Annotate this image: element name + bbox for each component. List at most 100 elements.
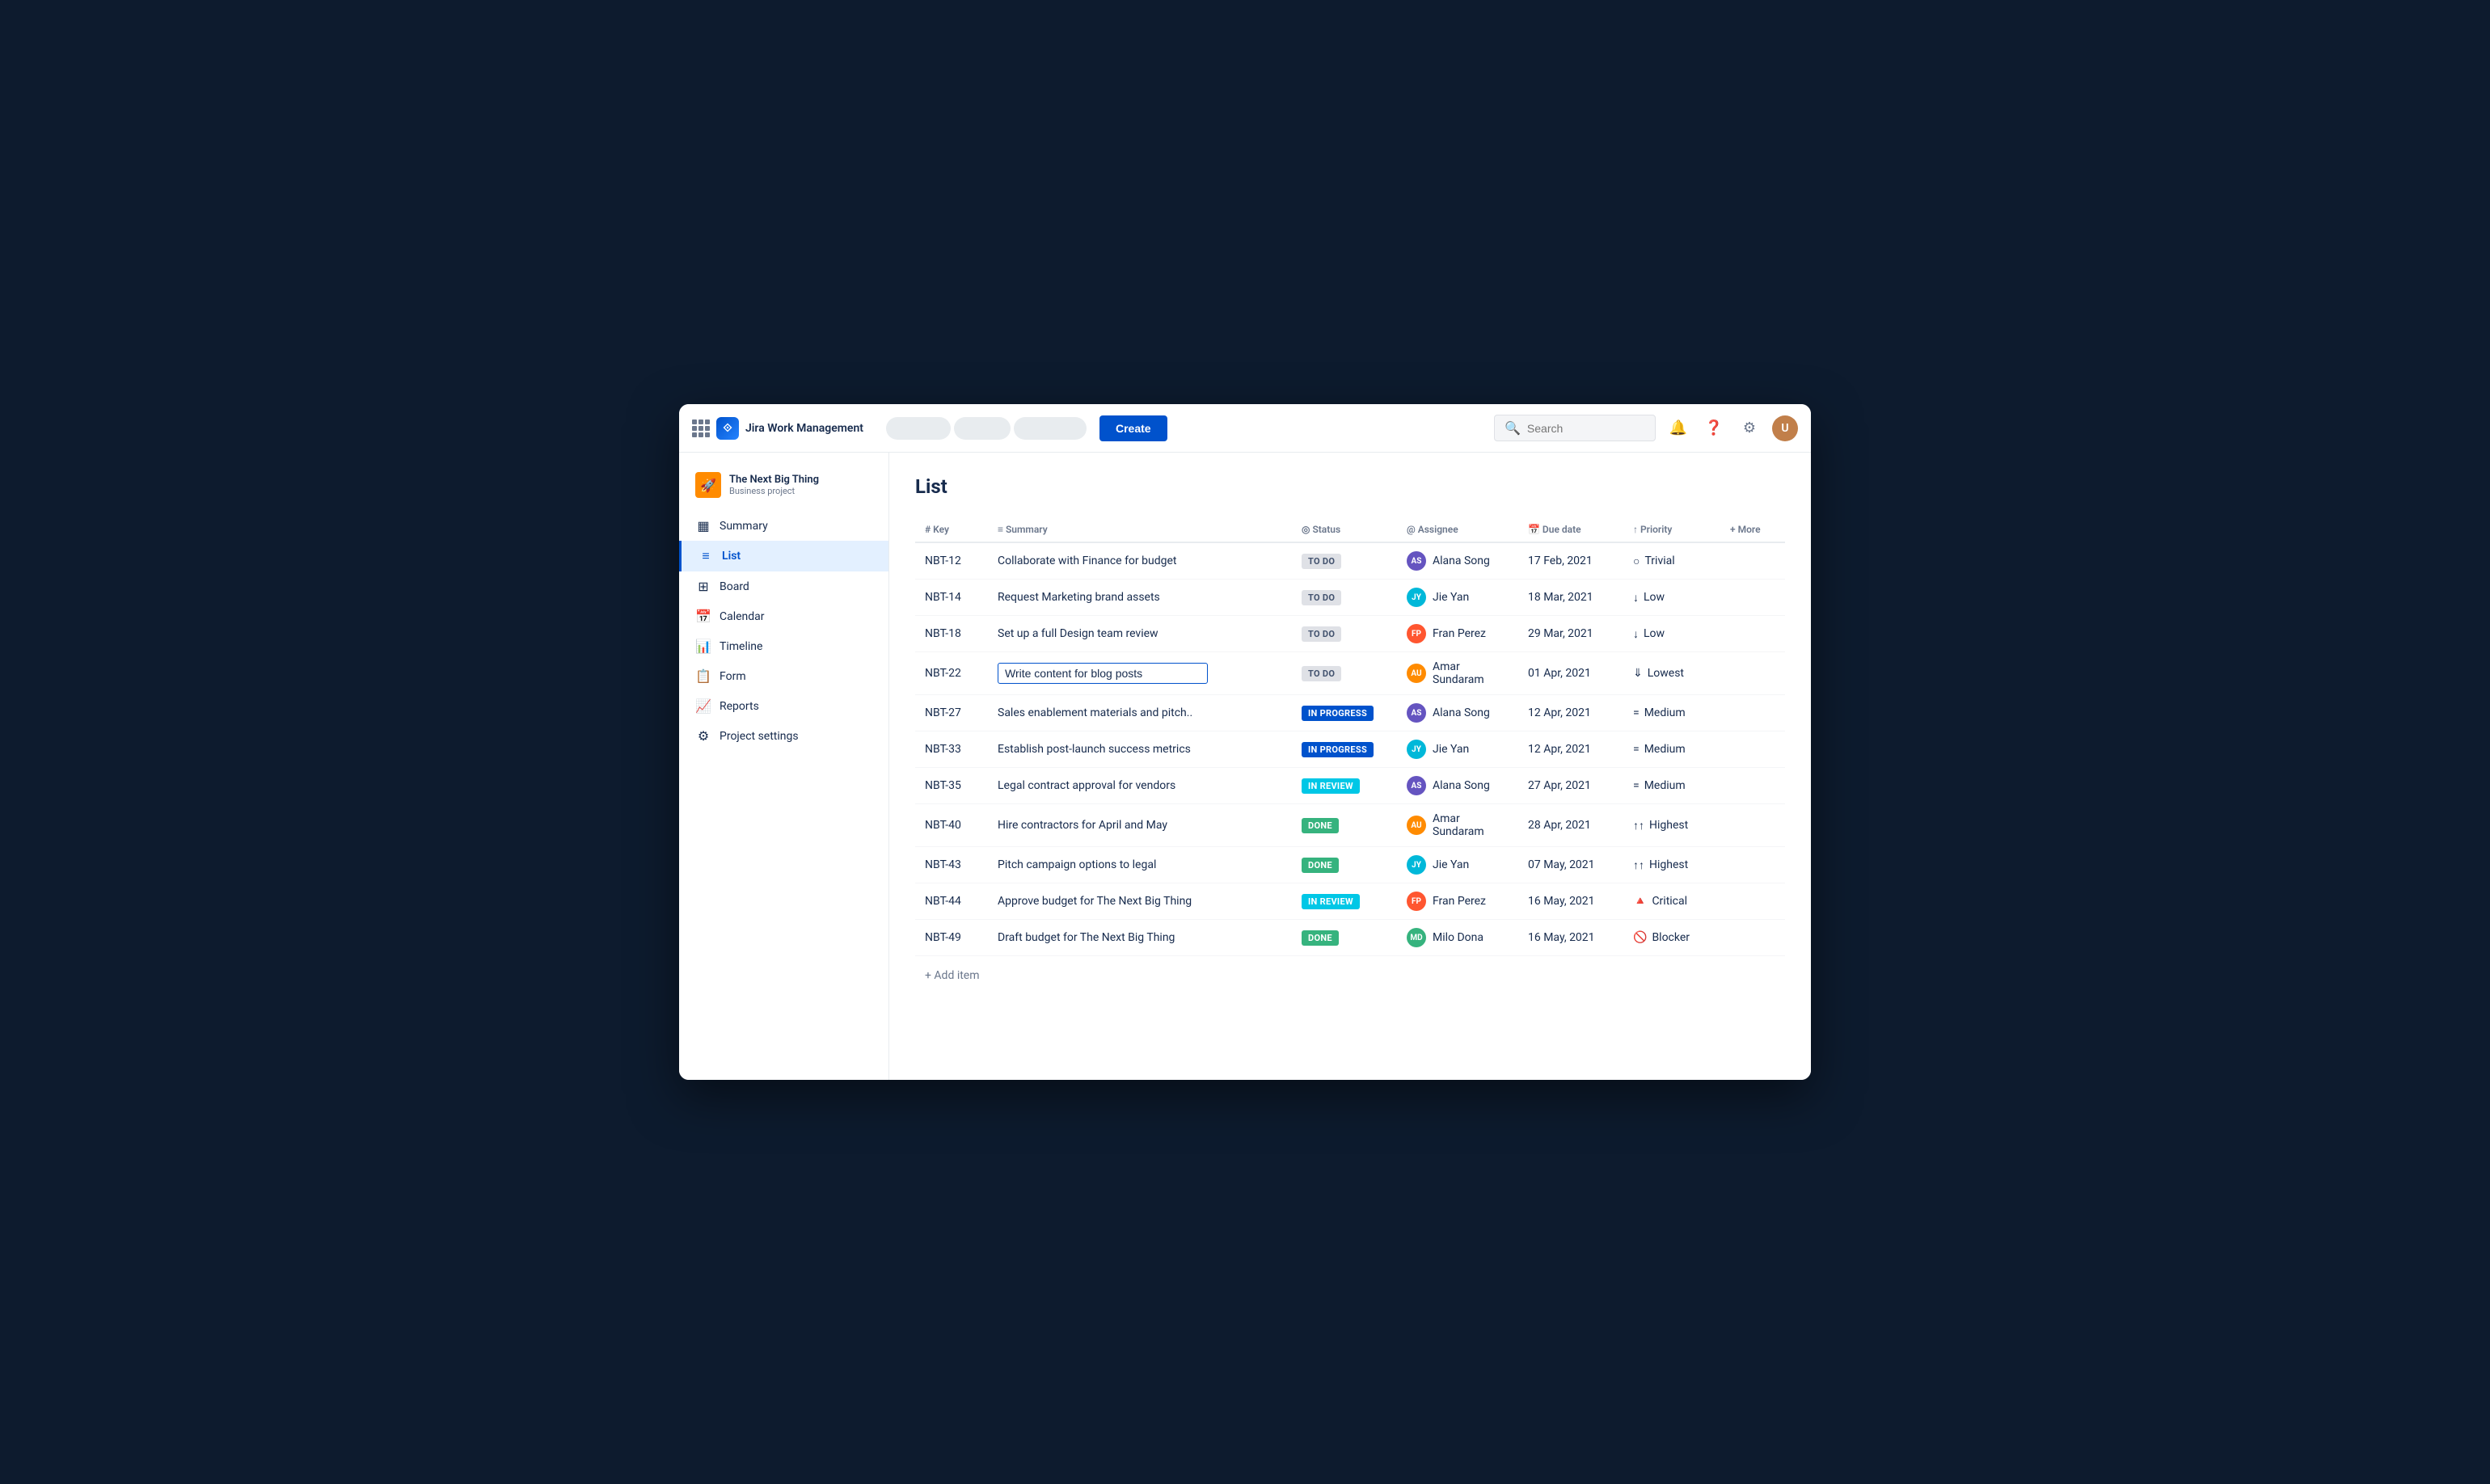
cell-priority[interactable]: 🔺Critical (1623, 883, 1720, 920)
cell-summary[interactable]: Approve budget for The Next Big Thing (988, 883, 1292, 920)
col-header-status[interactable]: ◎ Status (1292, 517, 1397, 542)
timeline-icon: 📊 (695, 639, 711, 654)
col-header-key[interactable]: # Key (915, 517, 988, 542)
sidebar-item-summary[interactable]: ▦ Summary (679, 511, 888, 541)
create-button[interactable]: Create (1099, 415, 1167, 441)
cell-priority[interactable]: =Medium (1623, 695, 1720, 731)
sidebar-item-reports[interactable]: 📈 Reports (679, 691, 888, 721)
nav-pill-1[interactable] (886, 417, 951, 440)
search-input[interactable] (1527, 422, 1645, 435)
project-type: Business project (729, 486, 872, 496)
col-header-summary[interactable]: ≡ Summary (988, 517, 1292, 542)
cell-summary[interactable]: Sales enablement materials and pitch.. (988, 695, 1292, 731)
priority-icon: = (1633, 706, 1640, 719)
cell-status[interactable]: IN REVIEW (1292, 768, 1397, 804)
project-header[interactable]: 🚀 The Next Big Thing Business project (679, 466, 888, 511)
col-header-priority[interactable]: ↑ Priority (1623, 517, 1720, 542)
sidebar-item-label-project-settings: Project settings (720, 730, 799, 743)
table-header-row: # Key ≡ Summary ◎ Status @ Assignee (915, 517, 1785, 542)
cell-key[interactable]: NBT-35 (915, 768, 988, 804)
col-header-more[interactable]: + More (1720, 517, 1785, 542)
cell-status[interactable]: DONE (1292, 847, 1397, 883)
add-item-button[interactable]: + Add item (915, 959, 1785, 992)
assignee-avatar: AS (1407, 703, 1426, 723)
table-row: NBT-44Approve budget for The Next Big Th… (915, 883, 1785, 920)
assignee-avatar: JY (1407, 855, 1426, 875)
cell-summary[interactable]: Request Marketing brand assets (988, 580, 1292, 616)
cell-more (1720, 652, 1785, 695)
cell-summary[interactable]: Set up a full Design team review (988, 616, 1292, 652)
cell-assignee[interactable]: FPFran Perez (1397, 616, 1518, 652)
col-header-duedate[interactable]: 📅 Due date (1518, 517, 1623, 542)
cell-key[interactable]: NBT-49 (915, 920, 988, 956)
cell-summary[interactable] (988, 652, 1292, 695)
cell-priority[interactable]: ⇓Lowest (1623, 652, 1720, 695)
sidebar-item-timeline[interactable]: 📊 Timeline (679, 631, 888, 661)
cell-priority[interactable]: ↑↑Highest (1623, 847, 1720, 883)
cell-status[interactable]: TO DO (1292, 616, 1397, 652)
table-row: NBT-12Collaborate with Finance for budge… (915, 542, 1785, 580)
settings-button[interactable]: ⚙ (1737, 415, 1762, 441)
cell-assignee[interactable]: FPFran Perez (1397, 883, 1518, 920)
cell-key[interactable]: NBT-14 (915, 580, 988, 616)
cell-key[interactable]: NBT-40 (915, 804, 988, 847)
cell-key[interactable]: NBT-33 (915, 731, 988, 768)
cell-assignee[interactable]: ASAlana Song (1397, 695, 1518, 731)
cell-status[interactable]: IN REVIEW (1292, 883, 1397, 920)
table-row: NBT-33Establish post-launch success metr… (915, 731, 1785, 768)
cell-key[interactable]: NBT-44 (915, 883, 988, 920)
cell-key[interactable]: NBT-43 (915, 847, 988, 883)
cell-priority[interactable]: 🚫Blocker (1623, 920, 1720, 956)
sidebar-item-board[interactable]: ⊞ Board (679, 571, 888, 601)
sidebar-item-form[interactable]: 📋 Form (679, 661, 888, 691)
cell-summary[interactable]: Collaborate with Finance for budget (988, 542, 1292, 580)
cell-priority[interactable]: =Medium (1623, 768, 1720, 804)
cell-status[interactable]: IN PROGRESS (1292, 695, 1397, 731)
cell-key[interactable]: NBT-12 (915, 542, 988, 580)
cell-priority[interactable]: ○Trivial (1623, 542, 1720, 580)
grid-icon[interactable] (692, 419, 710, 437)
notifications-button[interactable]: 🔔 (1665, 415, 1691, 441)
cell-summary[interactable]: Draft budget for The Next Big Thing (988, 920, 1292, 956)
cell-assignee[interactable]: MDMilo Dona (1397, 920, 1518, 956)
cell-assignee[interactable]: AUAmar Sundaram (1397, 652, 1518, 695)
cell-assignee[interactable]: ASAlana Song (1397, 768, 1518, 804)
cell-assignee[interactable]: JYJie Yan (1397, 580, 1518, 616)
nav-pill-3[interactable] (1014, 417, 1087, 440)
col-header-assignee[interactable]: @ Assignee (1397, 517, 1518, 542)
cell-summary[interactable]: Pitch campaign options to legal (988, 847, 1292, 883)
cell-key[interactable]: NBT-18 (915, 616, 988, 652)
sidebar-item-project-settings[interactable]: ⚙ Project settings (679, 721, 888, 751)
cell-summary[interactable]: Legal contract approval for vendors (988, 768, 1292, 804)
cell-priority[interactable]: ↓Low (1623, 580, 1720, 616)
summary-edit-input[interactable] (998, 663, 1208, 684)
cell-summary[interactable]: Hire contractors for April and May (988, 804, 1292, 847)
cell-assignee[interactable]: JYJie Yan (1397, 731, 1518, 768)
cell-priority[interactable]: =Medium (1623, 731, 1720, 768)
cell-priority[interactable]: ↓Low (1623, 616, 1720, 652)
cell-assignee[interactable]: ASAlana Song (1397, 542, 1518, 580)
sidebar-item-label-form: Form (720, 670, 746, 683)
cell-status[interactable]: TO DO (1292, 652, 1397, 695)
sidebar-item-calendar[interactable]: 📅 Calendar (679, 601, 888, 631)
cell-status[interactable]: IN PROGRESS (1292, 731, 1397, 768)
cell-assignee[interactable]: AUAmar Sundaram (1397, 804, 1518, 847)
cell-status[interactable]: DONE (1292, 804, 1397, 847)
cell-status[interactable]: TO DO (1292, 542, 1397, 580)
status-badge: TO DO (1302, 666, 1341, 681)
sidebar-item-list[interactable]: ≡ List (679, 541, 888, 571)
assignee-name: Amar Sundaram (1433, 660, 1509, 686)
help-button[interactable]: ❓ (1701, 415, 1727, 441)
user-avatar[interactable]: U (1772, 415, 1798, 441)
cell-status[interactable]: DONE (1292, 920, 1397, 956)
assignee-avatar: FP (1407, 892, 1426, 911)
cell-summary[interactable]: Establish post-launch success metrics (988, 731, 1292, 768)
nav-pill-2[interactable] (954, 417, 1011, 440)
cell-key[interactable]: NBT-22 (915, 652, 988, 695)
search-box[interactable]: 🔍 (1494, 415, 1656, 441)
cell-key[interactable]: NBT-27 (915, 695, 988, 731)
cell-priority[interactable]: ↑↑Highest (1623, 804, 1720, 847)
cell-status[interactable]: TO DO (1292, 580, 1397, 616)
status-badge: TO DO (1302, 554, 1341, 569)
cell-assignee[interactable]: JYJie Yan (1397, 847, 1518, 883)
